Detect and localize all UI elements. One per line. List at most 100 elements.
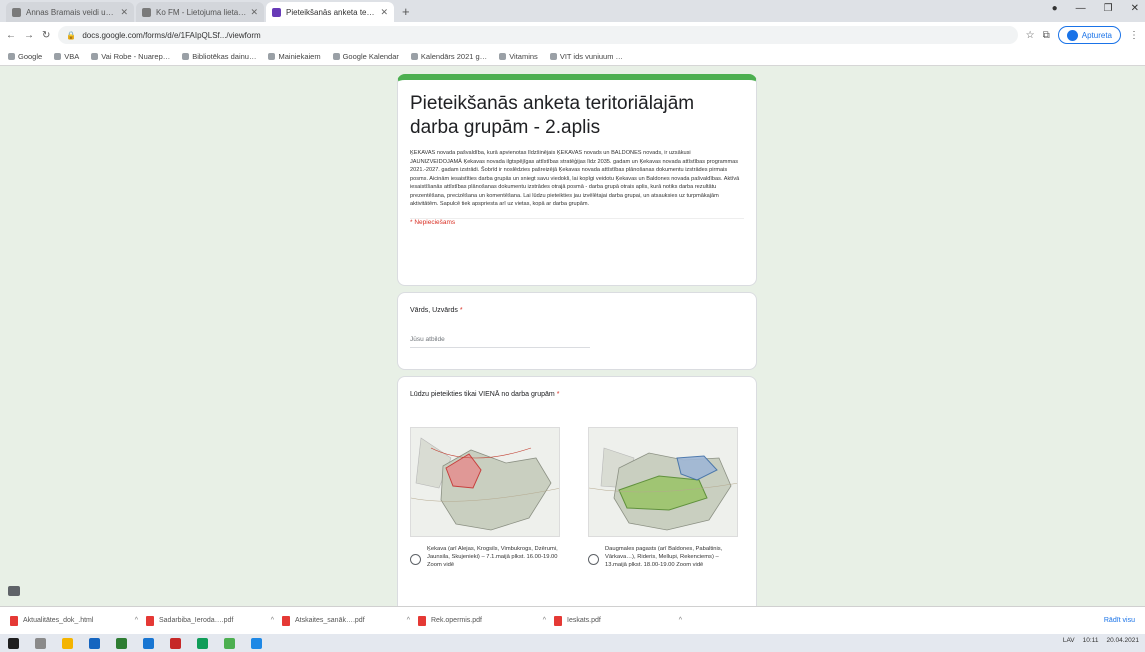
download-item[interactable]: Atskaites_sanāk….pdf ^ [282,615,410,626]
browser-tab[interactable]: Ko FM - Lietojuma lieta m… ✕ [136,2,264,22]
browser-icon[interactable] [251,637,262,649]
bookmark-icon [549,53,557,60]
profile-button[interactable]: Aptureta [1057,26,1121,44]
extensions-icon[interactable]: ⧉ [1043,30,1050,41]
tab-title: Ko FM - Lietojuma lieta m… [156,7,247,17]
question-card-group: Lūdzu pieteikties tikai VIENĀ no darba g… [397,376,757,606]
bookmark-item[interactable]: Vitamins [499,52,538,61]
radio-option[interactable]: Ķekava (arī Alejas, Krogsils, Vimbukrogs… [410,427,562,570]
record-icon[interactable]: ● [1052,3,1058,14]
close-icon[interactable]: ✕ [250,7,258,18]
bookmark-item[interactable]: Bibliotēkas dainu… [182,52,256,61]
forward-icon[interactable]: → [24,30,34,41]
bookmark-icon [91,53,99,60]
download-item[interactable]: Ieskats.pdf ^ [554,615,682,626]
google-forms-icon [272,7,281,17]
star-icon[interactable]: ☆ [1026,30,1035,41]
bookmark-item[interactable]: Mainiekaiem [268,52,321,61]
pdf-icon [146,615,154,626]
map-image [410,427,560,537]
bookmark-item[interactable]: VBA [54,52,79,61]
bookmark-icon [332,53,340,60]
option-label: Daugmales pagasts (arī Baldones, Pabalti… [605,546,723,569]
lock-icon: 🔒 [66,30,77,40]
bookmark-item[interactable]: Kalendārs 2021 g… [410,52,487,61]
close-window-button[interactable]: ✕ [1131,3,1139,14]
avatar [1066,29,1078,41]
pdf-icon [554,615,562,626]
radio-button[interactable] [588,554,599,565]
map-illustration-icon [411,428,559,536]
bookmark-item[interactable]: Vai Robe - Nuarep… [91,52,170,61]
chevron-up-icon[interactable]: ^ [135,617,138,624]
bookmark-icon [410,53,418,60]
question-label: Lūdzu pieteikties tikai VIENĀ no darba g… [410,391,560,398]
question-label: Vārds, Uzvārds * [410,307,463,314]
form-page: Pieteikšanās anketa teritoriālajām darba… [0,66,1145,606]
map-image [588,427,738,537]
radio-button[interactable] [410,554,421,565]
download-item[interactable]: Sadarbiba_Ieroda….pdf ^ [146,615,274,626]
window-controls: ● — ❐ ✕ [1052,3,1139,14]
tab-favicon-icon [12,7,21,17]
app-icon[interactable] [224,637,235,649]
download-item[interactable]: Rek.opermis.pdf ^ [418,615,546,626]
minimize-button[interactable]: — [1076,3,1086,14]
url-text: docs.google.com/forms/d/e/1FAIpQLSf.../v… [82,30,261,40]
clock-date[interactable]: 20.04.2021 [1106,637,1139,644]
profile-label: Aptureta [1081,30,1112,40]
word-icon[interactable] [143,637,154,649]
downloads-bar: Aktualitātes_dok_.html ^ Sadarbiba_Ieroda… [0,606,1145,634]
bookmark-item[interactable]: Google [8,52,42,61]
clock-time[interactable]: 10:11 [1083,637,1099,644]
show-all-downloads-link[interactable]: Rādīt visu [1104,617,1135,624]
new-tab-button[interactable]: + [402,4,410,19]
form-header-card: Pieteikšanās anketa teritoriālajām darba… [397,74,757,286]
language-indicator[interactable]: LAV [1063,637,1075,644]
tab-title: Annas Bramais veidi un Curs… [26,7,116,17]
browser-tab-active[interactable]: Pieteikšanās anketa teritoriālaj… ✕ [266,2,394,22]
radio-option[interactable]: Daugmales pagasts (arī Baldones, Pabalti… [588,427,740,570]
option-label: Ķekava (arī Alejas, Krogsils, Vimbukrogs… [427,546,558,569]
acrobat-icon[interactable] [170,637,181,649]
tab-title: Pieteikšanās anketa teritoriālaj… [286,7,377,17]
bookmark-icon [499,53,507,60]
chevron-up-icon[interactable]: ^ [407,617,410,624]
file-explorer-icon[interactable] [62,637,73,649]
search-icon[interactable] [35,637,46,649]
map-illustration-icon [589,428,737,536]
taskbar: LAV 10:11 20.04.2021 [0,634,1145,652]
chevron-up-icon[interactable]: ^ [679,617,682,624]
url-field[interactable]: 🔒 docs.google.com/forms/d/e/1FAIpQLSf...… [58,26,1018,44]
question-card-name: Vārds, Uzvārds * Jūsu atbilde [397,292,757,370]
close-icon[interactable]: ✕ [380,7,388,18]
bookmark-icon [268,53,276,60]
maximize-button[interactable]: ❐ [1104,3,1113,14]
windows-start-icon[interactable] [8,637,19,649]
address-bar: ← → ↻ 🔒 docs.google.com/forms/d/e/1FAIpQ… [0,22,1145,48]
close-icon[interactable]: ✕ [120,7,128,18]
system-tray: LAV 10:11 20.04.2021 [1063,637,1139,644]
download-item[interactable]: Aktualitātes_dok_.html ^ [10,615,138,626]
chevron-up-icon[interactable]: ^ [543,617,546,624]
excel-icon[interactable] [116,637,127,649]
name-input[interactable]: Jūsu atbilde [410,336,590,348]
menu-icon[interactable]: ⋮ [1129,30,1139,41]
reload-icon[interactable]: ↻ [42,30,50,41]
tab-strip: Annas Bramais veidi un Curs… ✕ Ko FM - L… [0,0,1145,22]
back-icon[interactable]: ← [6,30,16,41]
chevron-up-icon[interactable]: ^ [271,617,274,624]
chrome-icon[interactable] [197,637,208,649]
feedback-icon[interactable] [8,586,20,596]
radio-options: Ķekava (arī Alejas, Krogsils, Vimbukrogs… [410,427,740,570]
bookmark-item[interactable]: VIT ids vuniuum … [549,52,623,61]
pdf-icon [282,615,290,626]
form-title: Pieteikšanās anketa teritoriālajām darba… [410,93,695,138]
taskview-icon[interactable] [89,637,100,649]
browser-tab[interactable]: Annas Bramais veidi un Curs… ✕ [6,2,134,22]
pdf-icon [418,615,426,626]
file-icon [10,615,18,626]
tab-favicon-icon [142,7,151,17]
bookmark-item[interactable]: Google Kalendar [332,52,399,61]
bookmark-icon [54,53,62,60]
